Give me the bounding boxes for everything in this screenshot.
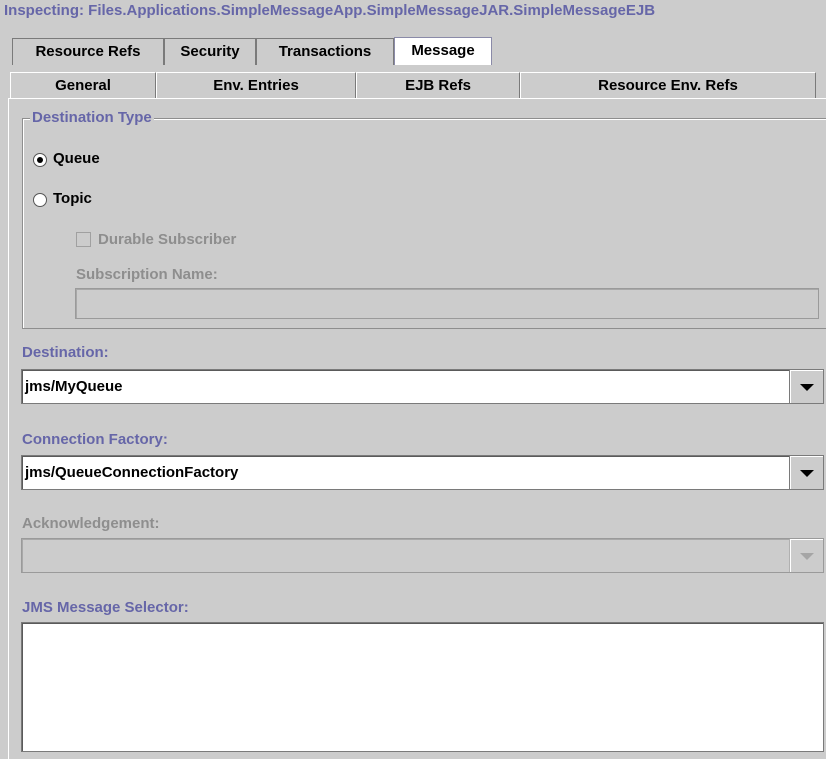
subscription-name-input[interactable]	[75, 288, 819, 319]
durable-subscriber-checkbox[interactable]	[76, 232, 91, 247]
tab-ejb-refs[interactable]: EJB Refs	[356, 72, 520, 98]
chevron-down-icon	[800, 384, 814, 391]
topic-radio[interactable]	[33, 193, 47, 207]
tab-transactions[interactable]: Transactions	[256, 38, 394, 65]
durable-subscriber-label: Durable Subscriber	[98, 231, 237, 248]
topic-label[interactable]: Topic	[53, 190, 92, 207]
jms-message-selector-textarea[interactable]	[21, 622, 824, 752]
acknowledgement-label: Acknowledgement:	[22, 515, 160, 532]
connection-factory-combobox[interactable]: jms/QueueConnectionFactory	[21, 455, 824, 490]
chevron-down-icon	[800, 553, 814, 560]
destination-dropdown-button[interactable]	[789, 370, 823, 403]
acknowledgement-dropdown-button[interactable]	[789, 539, 823, 572]
tab-env-entries[interactable]: Env. Entries	[156, 72, 356, 98]
tab-security[interactable]: Security	[164, 38, 256, 65]
tab-resource-refs[interactable]: Resource Refs	[12, 38, 164, 65]
queue-radio[interactable]	[33, 153, 47, 167]
connection-factory-label: Connection Factory:	[22, 431, 168, 448]
tab-resource-env-refs[interactable]: Resource Env. Refs	[520, 72, 816, 98]
radio-selected-dot	[37, 157, 43, 163]
destination-label: Destination:	[22, 344, 109, 361]
destination-combobox[interactable]: jms/MyQueue	[21, 369, 824, 404]
jms-message-selector-label: JMS Message Selector:	[22, 599, 189, 616]
destination-value: jms/MyQueue	[25, 378, 123, 395]
connection-factory-dropdown-button[interactable]	[789, 456, 823, 489]
connection-factory-value: jms/QueueConnectionFactory	[25, 464, 239, 481]
inspector-title: Inspecting: Files.Applications.SimpleMes…	[4, 2, 656, 19]
subscription-name-label: Subscription Name:	[76, 266, 218, 283]
tab-message[interactable]: Message	[394, 37, 492, 65]
tab-general[interactable]: General	[10, 72, 156, 98]
acknowledgement-combobox[interactable]	[21, 538, 824, 573]
destination-type-legend: Destination Type	[30, 109, 154, 126]
queue-label[interactable]: Queue	[53, 150, 100, 167]
chevron-down-icon	[800, 470, 814, 477]
